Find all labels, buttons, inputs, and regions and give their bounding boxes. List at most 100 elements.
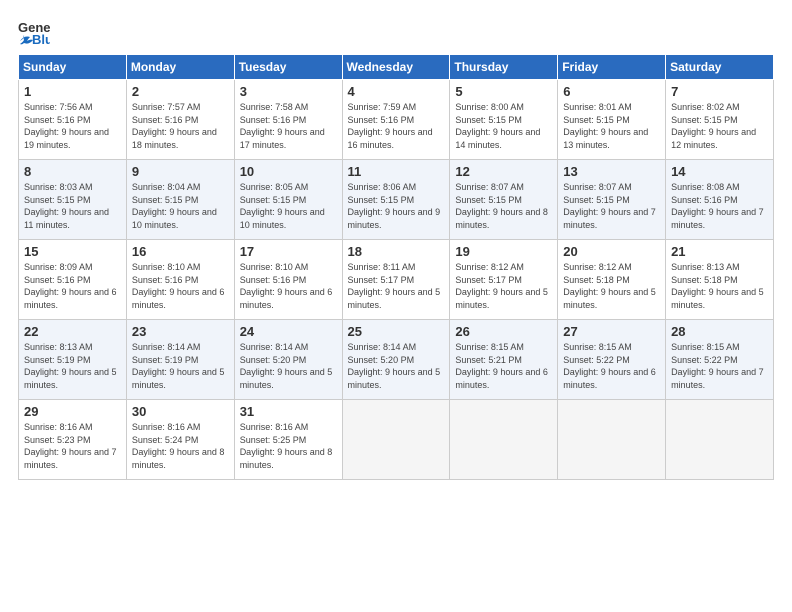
calendar-cell: 7 Sunrise: 8:02 AMSunset: 5:15 PMDayligh…	[666, 80, 774, 160]
day-info: Sunrise: 7:59 AMSunset: 5:16 PMDaylight:…	[348, 101, 445, 151]
calendar-cell	[450, 400, 558, 480]
calendar-cell: 12 Sunrise: 8:07 AMSunset: 5:15 PMDaylig…	[450, 160, 558, 240]
calendar-week-row: 8 Sunrise: 8:03 AMSunset: 5:15 PMDayligh…	[19, 160, 774, 240]
day-info: Sunrise: 8:16 AMSunset: 5:25 PMDaylight:…	[240, 421, 337, 471]
calendar-cell: 17 Sunrise: 8:10 AMSunset: 5:16 PMDaylig…	[234, 240, 342, 320]
day-number: 2	[132, 84, 229, 99]
day-info: Sunrise: 8:15 AMSunset: 5:22 PMDaylight:…	[671, 341, 768, 391]
column-header-sunday: Sunday	[19, 55, 127, 80]
day-number: 13	[563, 164, 660, 179]
day-number: 19	[455, 244, 552, 259]
day-number: 28	[671, 324, 768, 339]
calendar-cell: 26 Sunrise: 8:15 AMSunset: 5:21 PMDaylig…	[450, 320, 558, 400]
column-header-wednesday: Wednesday	[342, 55, 450, 80]
calendar-cell: 30 Sunrise: 8:16 AMSunset: 5:24 PMDaylig…	[126, 400, 234, 480]
calendar-cell: 16 Sunrise: 8:10 AMSunset: 5:16 PMDaylig…	[126, 240, 234, 320]
calendar-week-row: 15 Sunrise: 8:09 AMSunset: 5:16 PMDaylig…	[19, 240, 774, 320]
day-number: 31	[240, 404, 337, 419]
day-number: 27	[563, 324, 660, 339]
calendar-cell	[558, 400, 666, 480]
calendar-cell: 9 Sunrise: 8:04 AMSunset: 5:15 PMDayligh…	[126, 160, 234, 240]
day-info: Sunrise: 8:16 AMSunset: 5:23 PMDaylight:…	[24, 421, 121, 471]
day-info: Sunrise: 8:04 AMSunset: 5:15 PMDaylight:…	[132, 181, 229, 231]
day-number: 6	[563, 84, 660, 99]
day-info: Sunrise: 8:15 AMSunset: 5:21 PMDaylight:…	[455, 341, 552, 391]
calendar-cell: 1 Sunrise: 7:56 AMSunset: 5:16 PMDayligh…	[19, 80, 127, 160]
day-number: 23	[132, 324, 229, 339]
day-number: 21	[671, 244, 768, 259]
page: General Blue SundayMondayTuesdayWednesda…	[0, 0, 792, 612]
day-number: 25	[348, 324, 445, 339]
calendar-cell: 14 Sunrise: 8:08 AMSunset: 5:16 PMDaylig…	[666, 160, 774, 240]
column-header-monday: Monday	[126, 55, 234, 80]
day-number: 8	[24, 164, 121, 179]
day-info: Sunrise: 8:12 AMSunset: 5:18 PMDaylight:…	[563, 261, 660, 311]
day-number: 3	[240, 84, 337, 99]
calendar-cell: 18 Sunrise: 8:11 AMSunset: 5:17 PMDaylig…	[342, 240, 450, 320]
calendar-cell: 24 Sunrise: 8:14 AMSunset: 5:20 PMDaylig…	[234, 320, 342, 400]
column-header-saturday: Saturday	[666, 55, 774, 80]
logo-svg: General Blue	[18, 18, 50, 46]
svg-text:Blue: Blue	[32, 32, 50, 46]
calendar-cell: 31 Sunrise: 8:16 AMSunset: 5:25 PMDaylig…	[234, 400, 342, 480]
calendar-cell: 19 Sunrise: 8:12 AMSunset: 5:17 PMDaylig…	[450, 240, 558, 320]
day-info: Sunrise: 8:13 AMSunset: 5:19 PMDaylight:…	[24, 341, 121, 391]
calendar-cell: 13 Sunrise: 8:07 AMSunset: 5:15 PMDaylig…	[558, 160, 666, 240]
calendar-week-row: 1 Sunrise: 7:56 AMSunset: 5:16 PMDayligh…	[19, 80, 774, 160]
day-info: Sunrise: 8:01 AMSunset: 5:15 PMDaylight:…	[563, 101, 660, 151]
calendar-cell	[666, 400, 774, 480]
day-number: 12	[455, 164, 552, 179]
calendar-cell: 11 Sunrise: 8:06 AMSunset: 5:15 PMDaylig…	[342, 160, 450, 240]
day-info: Sunrise: 8:10 AMSunset: 5:16 PMDaylight:…	[132, 261, 229, 311]
day-info: Sunrise: 8:00 AMSunset: 5:15 PMDaylight:…	[455, 101, 552, 151]
day-info: Sunrise: 8:09 AMSunset: 5:16 PMDaylight:…	[24, 261, 121, 311]
calendar-cell: 3 Sunrise: 7:58 AMSunset: 5:16 PMDayligh…	[234, 80, 342, 160]
calendar-cell: 2 Sunrise: 7:57 AMSunset: 5:16 PMDayligh…	[126, 80, 234, 160]
day-number: 7	[671, 84, 768, 99]
day-info: Sunrise: 8:07 AMSunset: 5:15 PMDaylight:…	[563, 181, 660, 231]
calendar-cell: 29 Sunrise: 8:16 AMSunset: 5:23 PMDaylig…	[19, 400, 127, 480]
day-info: Sunrise: 7:57 AMSunset: 5:16 PMDaylight:…	[132, 101, 229, 151]
logo: General Blue	[18, 18, 50, 46]
calendar-cell: 23 Sunrise: 8:14 AMSunset: 5:19 PMDaylig…	[126, 320, 234, 400]
day-number: 1	[24, 84, 121, 99]
day-info: Sunrise: 7:58 AMSunset: 5:16 PMDaylight:…	[240, 101, 337, 151]
day-number: 17	[240, 244, 337, 259]
day-info: Sunrise: 8:03 AMSunset: 5:15 PMDaylight:…	[24, 181, 121, 231]
day-number: 4	[348, 84, 445, 99]
day-info: Sunrise: 8:13 AMSunset: 5:18 PMDaylight:…	[671, 261, 768, 311]
day-info: Sunrise: 8:05 AMSunset: 5:15 PMDaylight:…	[240, 181, 337, 231]
day-number: 24	[240, 324, 337, 339]
calendar-cell: 4 Sunrise: 7:59 AMSunset: 5:16 PMDayligh…	[342, 80, 450, 160]
calendar-cell: 6 Sunrise: 8:01 AMSunset: 5:15 PMDayligh…	[558, 80, 666, 160]
day-number: 10	[240, 164, 337, 179]
day-info: Sunrise: 7:56 AMSunset: 5:16 PMDaylight:…	[24, 101, 121, 151]
day-info: Sunrise: 8:14 AMSunset: 5:20 PMDaylight:…	[348, 341, 445, 391]
calendar-cell: 27 Sunrise: 8:15 AMSunset: 5:22 PMDaylig…	[558, 320, 666, 400]
calendar-cell: 25 Sunrise: 8:14 AMSunset: 5:20 PMDaylig…	[342, 320, 450, 400]
calendar-cell: 21 Sunrise: 8:13 AMSunset: 5:18 PMDaylig…	[666, 240, 774, 320]
calendar-cell: 20 Sunrise: 8:12 AMSunset: 5:18 PMDaylig…	[558, 240, 666, 320]
header: General Blue	[18, 18, 774, 46]
day-number: 5	[455, 84, 552, 99]
calendar-cell: 8 Sunrise: 8:03 AMSunset: 5:15 PMDayligh…	[19, 160, 127, 240]
calendar-cell: 28 Sunrise: 8:15 AMSunset: 5:22 PMDaylig…	[666, 320, 774, 400]
calendar-table: SundayMondayTuesdayWednesdayThursdayFrid…	[18, 54, 774, 480]
day-info: Sunrise: 8:11 AMSunset: 5:17 PMDaylight:…	[348, 261, 445, 311]
day-number: 14	[671, 164, 768, 179]
calendar-header-row: SundayMondayTuesdayWednesdayThursdayFrid…	[19, 55, 774, 80]
column-header-tuesday: Tuesday	[234, 55, 342, 80]
column-header-friday: Friday	[558, 55, 666, 80]
calendar-cell	[342, 400, 450, 480]
day-number: 22	[24, 324, 121, 339]
day-number: 16	[132, 244, 229, 259]
day-number: 18	[348, 244, 445, 259]
day-info: Sunrise: 8:10 AMSunset: 5:16 PMDaylight:…	[240, 261, 337, 311]
day-info: Sunrise: 8:06 AMSunset: 5:15 PMDaylight:…	[348, 181, 445, 231]
day-info: Sunrise: 8:02 AMSunset: 5:15 PMDaylight:…	[671, 101, 768, 151]
calendar-week-row: 29 Sunrise: 8:16 AMSunset: 5:23 PMDaylig…	[19, 400, 774, 480]
calendar-cell: 10 Sunrise: 8:05 AMSunset: 5:15 PMDaylig…	[234, 160, 342, 240]
day-number: 15	[24, 244, 121, 259]
column-header-thursday: Thursday	[450, 55, 558, 80]
calendar-week-row: 22 Sunrise: 8:13 AMSunset: 5:19 PMDaylig…	[19, 320, 774, 400]
